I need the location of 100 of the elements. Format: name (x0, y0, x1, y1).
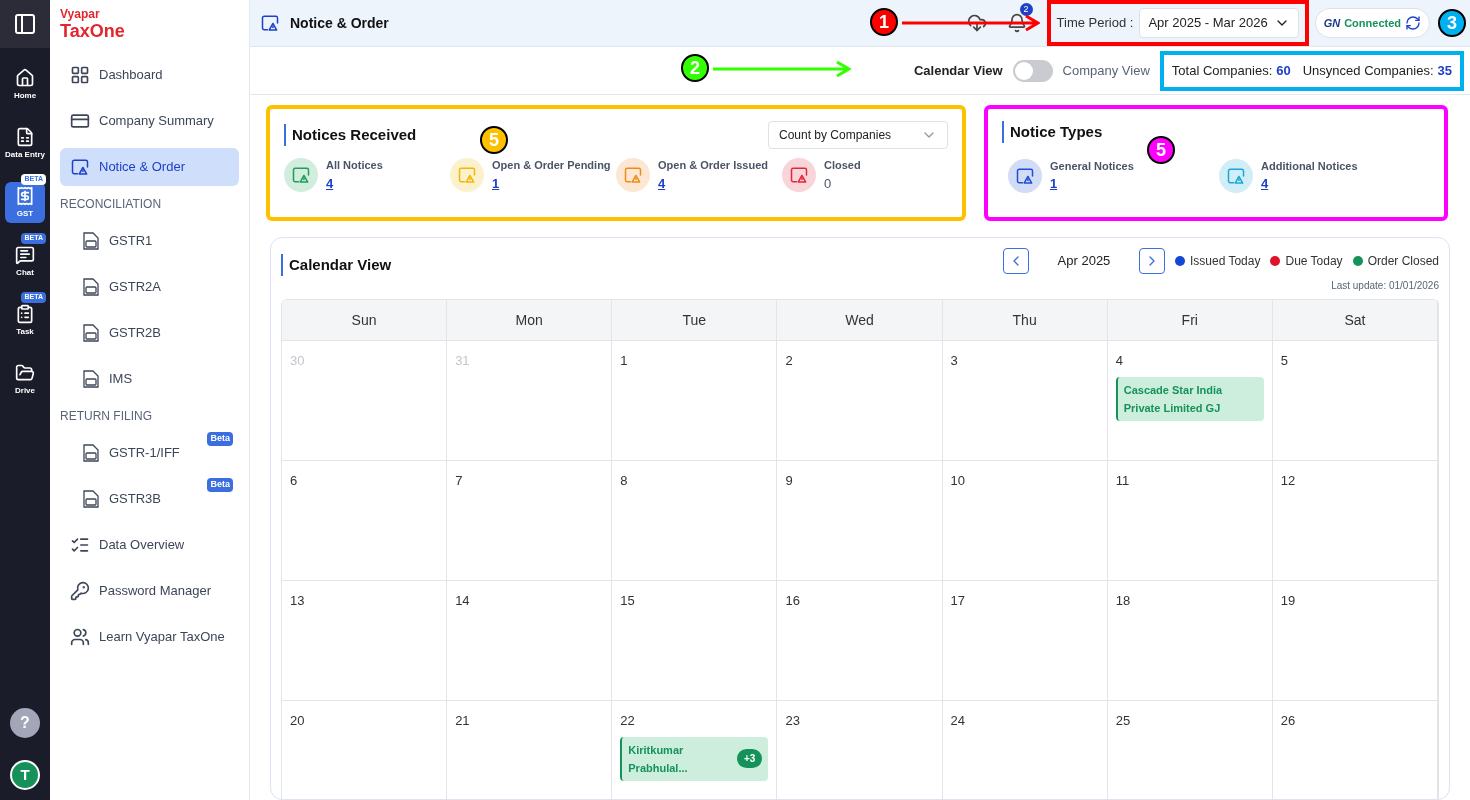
annotation-number: 2 (681, 54, 709, 82)
chat-icon (15, 245, 35, 265)
file-icon (82, 489, 100, 509)
rail-item[interactable]: Task (5, 300, 45, 341)
rail-item[interactable]: GST (5, 182, 45, 223)
notice-icon (789, 165, 809, 185)
title-accent (281, 254, 283, 277)
cloud-download-icon[interactable] (966, 13, 987, 33)
sidebar-item[interactable]: GSTR1 (60, 222, 239, 260)
people-icon (70, 627, 90, 647)
day-number: 10 (950, 472, 966, 490)
brand-name: TaxOne (60, 22, 126, 40)
sidebar-item[interactable]: Password Manager (60, 572, 239, 610)
user-avatar[interactable]: T (10, 760, 40, 790)
legend-label: Due Today (1285, 253, 1343, 270)
stat-label: Closed (824, 158, 861, 173)
receipt-icon (15, 186, 35, 206)
weekday-header: Wed (777, 300, 943, 341)
connection-button[interactable]: GN Connected (1314, 8, 1430, 38)
stat-label: Total Companies: (1171, 61, 1273, 80)
refresh-icon (1405, 15, 1421, 31)
day-number: 26 (1280, 712, 1296, 730)
day-number: 13 (290, 592, 305, 610)
month-label: Apr 2025 (1056, 252, 1112, 271)
day-number: 9 (785, 472, 793, 490)
collapse-icon[interactable] (13, 12, 37, 36)
weekday-header: Sun (282, 300, 448, 341)
weekday-header: Mon (447, 300, 613, 341)
stat-link[interactable]: 4 (326, 173, 334, 193)
day-number: 1 (620, 352, 628, 370)
sidebar-item[interactable]: Learn Vyapar TaxOne (60, 618, 239, 656)
sidebar-item[interactable]: GSTR-1/IFF Beta (60, 434, 239, 472)
section-heading: RECONCILIATION (60, 196, 163, 213)
stat-label: Open & Order Issued (658, 158, 769, 173)
stat-value: 0 (824, 174, 832, 193)
stat-value: 35 (1437, 61, 1452, 80)
sidebar-item[interactable]: Company Summary (60, 102, 239, 140)
count-dropdown[interactable]: Count by Companies (768, 121, 948, 149)
rail-item[interactable]: Data Entry (5, 123, 45, 164)
notice-icon (623, 165, 643, 185)
grid-icon (70, 65, 90, 85)
sidebar-item[interactable]: GSTR2A (60, 268, 239, 306)
day-number: 4 (1115, 352, 1123, 370)
card-title: Notice Types (1010, 122, 1103, 142)
file-icon (82, 369, 100, 389)
day-number: 22 (620, 712, 635, 730)
sidebar-item[interactable]: IMS (60, 360, 239, 398)
stat-link[interactable]: 1 (492, 173, 500, 193)
day-number: 2 (785, 352, 793, 370)
stat-label: Open & Order Pending (492, 158, 611, 173)
view-toggle[interactable] (1012, 59, 1053, 82)
day-number: 11 (1115, 472, 1130, 490)
last-update-text: Last update: 01/01/2026 (1331, 279, 1439, 293)
day-number: 21 (455, 712, 470, 730)
notification-icon[interactable] (1006, 13, 1027, 33)
day-number: 6 (290, 472, 298, 490)
sidebar-item[interactable]: Dashboard (60, 56, 239, 94)
day-number: 15 (620, 592, 635, 610)
sidebar-item[interactable]: GSTR2B (60, 314, 239, 352)
home-icon (15, 68, 35, 88)
more-events-badge[interactable]: +3 (737, 749, 763, 768)
day-number: 25 (1115, 712, 1131, 730)
weekday-header: Fri (1107, 300, 1273, 341)
key-icon (70, 581, 90, 601)
file-icon (82, 323, 100, 343)
weekday-header: Tue (612, 300, 778, 341)
day-number: 24 (950, 712, 966, 730)
stat-label: All Notices (326, 158, 383, 173)
beta-badge: Beta (207, 432, 233, 446)
stat-link[interactable]: 1 (1050, 174, 1058, 194)
file-icon (82, 277, 100, 297)
rail-item[interactable]: Home (5, 64, 45, 105)
weekday-header: Sat (1272, 300, 1438, 341)
stat-link[interactable]: 4 (658, 173, 666, 193)
stat-label: General Notices (1050, 158, 1134, 174)
rail-item[interactable]: Chat (5, 241, 45, 282)
sidebar-item[interactable]: GSTR3B Beta (60, 480, 239, 518)
rail-item[interactable]: Drive (5, 359, 45, 400)
file-icon (82, 231, 100, 251)
time-period-dropdown[interactable]: Apr 2025 - Mar 2026 (1139, 8, 1299, 38)
day-number: 18 (1115, 592, 1131, 610)
day-number: 20 (290, 712, 305, 730)
beta-badge: Beta (207, 478, 233, 492)
time-period-label: Time Period : (1056, 14, 1134, 33)
toggle-label: Company View (1062, 61, 1150, 80)
day-number: 14 (455, 592, 470, 610)
previous-month-button[interactable] (1002, 248, 1029, 274)
legend-label: Order Closed (1367, 253, 1439, 270)
card-title: Notices Received (292, 124, 417, 145)
next-month-button[interactable] (1138, 248, 1165, 274)
sidebar-item[interactable]: Notice & Order (60, 148, 239, 186)
calendar-event[interactable]: Kiritkumar Prabhulal... +3 (620, 736, 769, 781)
sidebar-item[interactable]: Data Overview (60, 526, 239, 564)
stat-label: Unsynced Companies: (1302, 61, 1434, 80)
day-number: 8 (620, 472, 628, 490)
day-number: 7 (455, 472, 463, 490)
file-icon (82, 443, 100, 463)
legend-label: Issued Today (1189, 253, 1261, 270)
stat-link[interactable]: 4 (1261, 174, 1269, 194)
notice-icon (70, 157, 90, 177)
